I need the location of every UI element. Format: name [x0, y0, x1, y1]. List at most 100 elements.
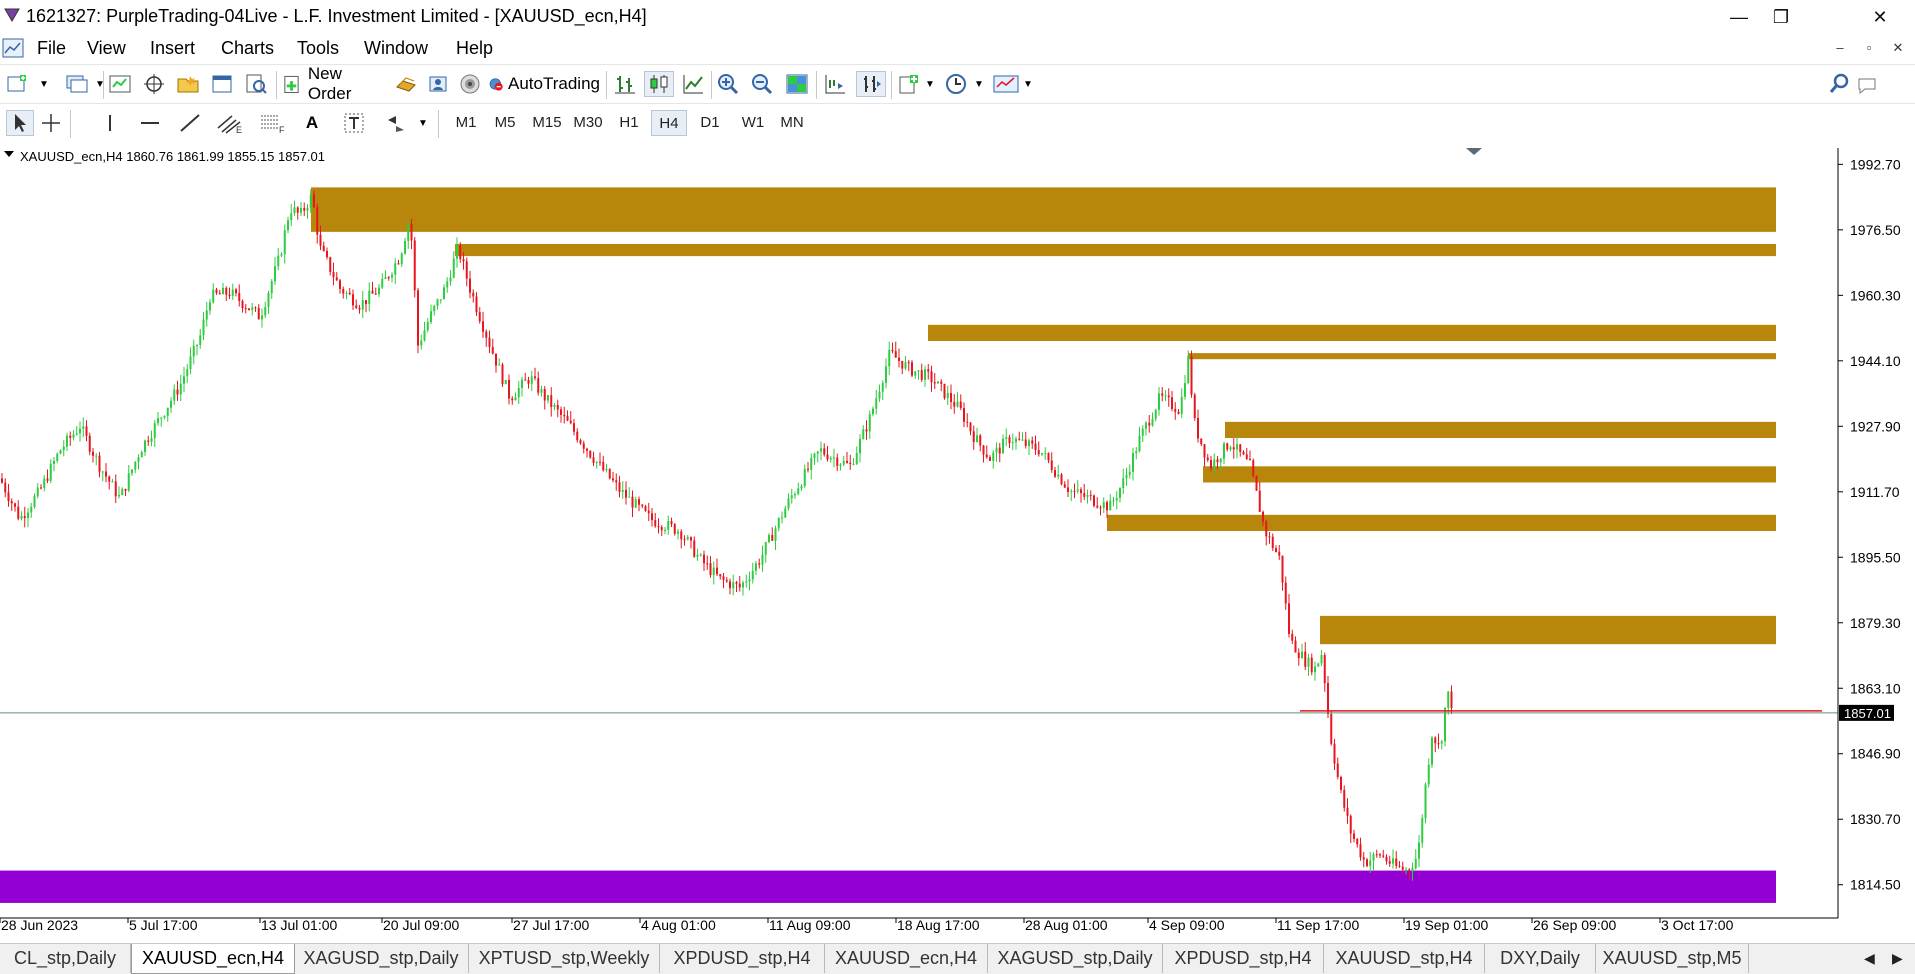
horizontal-line-icon[interactable]: [138, 110, 162, 136]
menu-view[interactable]: View: [87, 38, 126, 59]
navigator-folder-icon[interactable]: [176, 71, 200, 97]
bull-candle: [1414, 858, 1417, 869]
menu-window[interactable]: Window: [364, 38, 428, 59]
vertical-line-icon[interactable]: [98, 110, 122, 136]
demand-zone[interactable]: [0, 870, 1776, 903]
bear-candle: [511, 398, 514, 401]
chart-tab[interactable]: XPTUSD_stp,Weekly: [469, 944, 660, 973]
crosshair-navigator-icon[interactable]: [142, 71, 166, 97]
supply-zone[interactable]: [1203, 466, 1776, 483]
periods-dropdown-icon[interactable]: ▼: [973, 71, 985, 97]
supply-zone[interactable]: [1107, 514, 1776, 531]
chart-tab[interactable]: XAUUSD_stp,H4: [1324, 944, 1485, 973]
tile-windows-icon[interactable]: [784, 71, 810, 97]
shapes-dropdown-icon[interactable]: ▼: [417, 110, 429, 136]
chart-tab[interactable]: XPDUSD_stp,H4: [1163, 944, 1324, 973]
indicators-dropdown-icon[interactable]: ▼: [924, 71, 936, 97]
timeframe-mn[interactable]: MN: [774, 110, 810, 136]
timeframe-m5[interactable]: M5: [488, 110, 522, 136]
profiles-icon[interactable]: [64, 71, 90, 97]
price-chart[interactable]: XAUUSD_ecn,H4 1860.76 1861.99 1855.15 18…: [0, 143, 1915, 943]
time-tick-label: 20 Jul 09:00: [383, 917, 459, 933]
menu-tools[interactable]: Tools: [297, 38, 339, 59]
maximize-button[interactable]: ❐: [1758, 2, 1804, 32]
bull-candle: [75, 433, 78, 435]
profiles-dropdown-icon[interactable]: ▼: [94, 71, 106, 97]
bull-candle: [667, 521, 670, 530]
supply-zone[interactable]: [1320, 615, 1776, 645]
zoom-out-icon[interactable]: [750, 71, 776, 97]
chat-icon[interactable]: [1856, 71, 1882, 97]
crosshair-icon[interactable]: [38, 110, 64, 136]
periods-clock-icon[interactable]: [944, 71, 970, 97]
strategy-tester-icon[interactable]: [244, 71, 268, 97]
templates-dropdown-icon[interactable]: ▼: [1022, 71, 1034, 97]
bear-candle: [963, 407, 965, 422]
chart-canvas[interactable]: XAUUSD_ecn,H4 1860.76 1861.99 1855.15 18…: [0, 143, 1915, 943]
auto-scroll-icon[interactable]: [856, 71, 886, 97]
signal-strength-icon[interactable]: [458, 71, 482, 97]
terminal-icon[interactable]: [210, 71, 234, 97]
supply-zone[interactable]: [1225, 421, 1776, 439]
supply-zone[interactable]: [311, 187, 1776, 232]
new-chart-dropdown-icon[interactable]: ▼: [38, 71, 50, 97]
supply-zone[interactable]: [928, 324, 1776, 341]
fibonacci-icon[interactable]: F: [258, 110, 286, 136]
timeframe-h1[interactable]: H1: [612, 110, 646, 136]
market-watch-icon[interactable]: [108, 71, 132, 97]
chart-tab[interactable]: XAUUSD_ecn,H4: [825, 944, 988, 973]
supply-zone[interactable]: [1188, 353, 1776, 360]
signals-user-icon[interactable]: [426, 71, 450, 97]
chart-tab[interactable]: DXY,Daily: [1485, 944, 1596, 973]
line-chart-icon[interactable]: [680, 71, 706, 97]
menu-help[interactable]: Help: [456, 38, 493, 59]
bull-candle: [732, 582, 735, 589]
mdi-close-button[interactable]: ✕: [1887, 40, 1909, 60]
chart-shift-icon[interactable]: [822, 71, 848, 97]
minimize-button[interactable]: —: [1716, 2, 1762, 32]
chart-tab[interactable]: XAGUSD_stp,Daily: [294, 944, 469, 973]
mdi-restore-button[interactable]: ▫: [1858, 40, 1880, 60]
zoom-in-icon[interactable]: [716, 71, 742, 97]
new-order-button[interactable]: New Order: [282, 64, 386, 103]
timeframe-m15[interactable]: M15: [527, 110, 567, 136]
search-icon[interactable]: [1828, 71, 1852, 97]
chart-window-icon[interactable]: [2, 38, 24, 58]
equidistant-channel-icon[interactable]: E: [216, 110, 244, 136]
arrows-shapes-icon[interactable]: [384, 110, 410, 136]
close-button[interactable]: ✕: [1857, 2, 1903, 32]
mdi-minimize-button[interactable]: –: [1829, 40, 1851, 60]
tabs-scroll-left-icon[interactable]: ◀: [1864, 950, 1875, 967]
timeframe-m30[interactable]: M30: [568, 110, 608, 136]
chart-tab[interactable]: XAGUSD_stp,Daily: [988, 944, 1163, 973]
menu-insert[interactable]: Insert: [150, 38, 195, 59]
candlestick-chart-icon[interactable]: [644, 71, 674, 97]
trendline-icon[interactable]: [178, 110, 202, 136]
chart-tab[interactable]: CL_stp,Daily: [0, 944, 131, 973]
new-chart-icon[interactable]: [6, 71, 30, 97]
cursor-arrow-icon[interactable]: [6, 110, 34, 136]
templates-icon[interactable]: [992, 71, 1020, 97]
text-tool-icon[interactable]: A: [300, 110, 324, 136]
bull-candle: [1011, 442, 1014, 444]
supply-zone[interactable]: [455, 243, 1776, 257]
indicators-icon[interactable]: [896, 71, 922, 97]
chart-tab-active[interactable]: XAUUSD_ecn,H4: [131, 944, 295, 974]
tabs-scroll-right-icon[interactable]: ▶: [1892, 950, 1903, 967]
menu-file[interactable]: File: [37, 38, 66, 59]
menu-charts[interactable]: Charts: [221, 38, 274, 59]
bear-candle: [1, 478, 3, 483]
timeframe-d1[interactable]: D1: [693, 110, 727, 136]
timeframe-m1[interactable]: M1: [449, 110, 483, 136]
chart-tab[interactable]: XAUUSD_stp,M5: [1596, 944, 1749, 973]
bar-chart-icon[interactable]: [612, 71, 638, 97]
chart-tab[interactable]: XPDUSD_stp,H4: [660, 944, 825, 973]
bull-candle: [829, 457, 832, 460]
autotrading-button[interactable]: AutoTrading: [488, 71, 600, 97]
gold-bars-icon[interactable]: [394, 71, 418, 97]
bear-candle: [1226, 443, 1229, 450]
timeframe-h4[interactable]: H4: [651, 110, 687, 136]
text-label-icon[interactable]: [342, 110, 366, 136]
timeframe-w1[interactable]: W1: [736, 110, 770, 136]
price-tick-label: 1814.50: [1850, 877, 1901, 893]
